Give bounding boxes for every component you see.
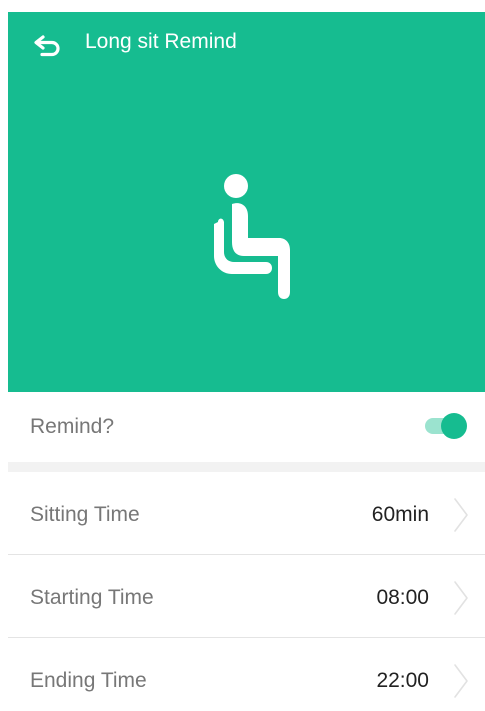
chevron-right-icon [454,498,468,532]
starting-time-value: 08:00 [376,586,429,609]
remind-label: Remind? [30,415,115,438]
sitting-time-label: Sitting Time [30,503,140,526]
sitting-person-icon [214,174,290,299]
settings-row-ending-time[interactable]: Ending Time 22:00 [8,638,485,711]
ending-time-value: 22:00 [376,669,429,692]
back-button[interactable] [33,30,73,62]
sitting-time-value: 60min [371,503,429,526]
remind-toggle[interactable] [422,413,468,439]
toggle-knob [441,413,467,439]
chevron-right-icon [454,581,468,615]
header-banner: Long sit Remind [8,12,485,392]
section-gap [8,462,485,472]
chevron-right-icon [454,664,468,698]
starting-time-label: Starting Time [30,586,154,609]
ending-time-label: Ending Time [30,669,147,692]
remind-row: Remind? [8,392,485,462]
settings-row-starting-time[interactable]: Starting Time 08:00 [8,555,485,637]
back-arrow-icon[interactable] [33,35,63,57]
page-title: Long sit Remind [85,30,237,53]
settings-row-sitting-time[interactable]: Sitting Time 60min [8,472,485,554]
